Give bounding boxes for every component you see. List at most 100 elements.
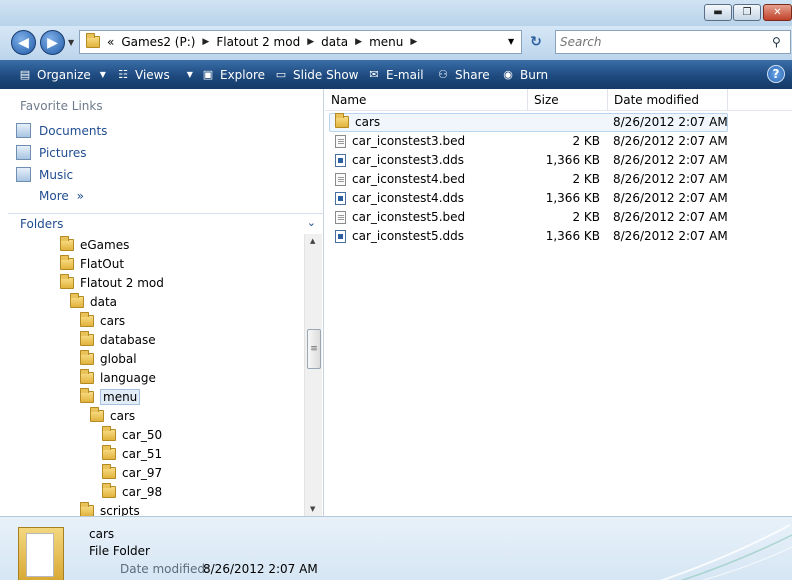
file-size: 2 KB (572, 210, 600, 224)
tree-item-label: database (100, 333, 156, 347)
favorite-more-link[interactable]: More » (39, 189, 84, 203)
file-row[interactable]: car_iconstest3.dds 1,366 KB 8/26/2012 2:07… (325, 151, 792, 170)
folders-header[interactable]: Folders ⌄ (8, 213, 324, 233)
favorite-documents[interactable]: Documents (16, 123, 107, 138)
column-header-date[interactable]: Date modified (614, 93, 699, 107)
share-icon: ⚇ (438, 68, 448, 81)
scrollbar-thumb[interactable]: ≡ (307, 329, 321, 369)
breadcrumb-item[interactable]: Games2 (P:) (121, 35, 195, 49)
folder-tree: eGames FlatOut Flatout 2 mod data cars databa… (0, 234, 304, 516)
file-name-cell: cars (335, 113, 380, 129)
details-name: cars (89, 527, 115, 541)
maximize-button[interactable]: ❐ (733, 4, 761, 21)
tree-item[interactable]: car_98 (102, 483, 162, 501)
tree-item[interactable]: language (80, 369, 156, 387)
tree-item-label: cars (110, 409, 136, 423)
views-button[interactable]: ☷ Views ▼ (116, 60, 193, 89)
file-date: 8/26/2012 2:07 AM (613, 153, 728, 167)
breadcrumb-item[interactable]: data (321, 35, 348, 49)
file-row[interactable]: car_iconstest4.bed 2 KB 8/26/2012 2:07 AM (325, 170, 792, 189)
tree-item[interactable]: cars (80, 312, 125, 330)
breadcrumb-item[interactable]: menu (369, 35, 403, 49)
file-row[interactable]: cars 8/26/2012 2:07 AM (325, 113, 792, 132)
column-header-name[interactable]: Name (331, 93, 366, 107)
organize-icon: ▤ (19, 68, 31, 81)
recent-pages-dropdown-icon[interactable]: ▼ (68, 38, 74, 47)
file-size: 1,366 KB (545, 153, 600, 167)
breadcrumb-separator-icon[interactable]: ▶ (307, 37, 314, 47)
minimize-icon: ▬ (713, 7, 723, 18)
explore-button[interactable]: ▣ Explore (201, 60, 265, 89)
file-name-cell: car_iconstest5.bed (335, 210, 465, 224)
file-name: car_iconstest3.bed (352, 134, 466, 148)
tree-item[interactable]: cars (90, 407, 135, 425)
email-label: E-mail (386, 67, 424, 82)
scroll-up-icon[interactable]: ▲ (310, 237, 315, 245)
breadcrumb-separator-icon[interactable]: ▶ (410, 37, 417, 47)
folder-icon (102, 445, 116, 460)
file-row[interactable]: car_iconstest3.bed 2 KB 8/26/2012 2:07 AM (325, 132, 792, 151)
slideshow-label: Slide Show (293, 67, 359, 82)
slideshow-button[interactable]: ▭ Slide Show (274, 60, 359, 89)
tree-item-label: global (100, 352, 137, 366)
scroll-down-icon[interactable]: ▼ (310, 505, 315, 513)
tree-item[interactable]: car_97 (102, 464, 162, 482)
tree-item[interactable]: database (80, 331, 156, 349)
navigation-pane: Favorite Links Documents Pictures Music … (0, 89, 324, 516)
breadcrumb-separator-icon[interactable]: ▶ (202, 37, 209, 47)
file-row[interactable]: car_iconstest5.dds 1,366 KB 8/26/2012 2:07… (325, 227, 792, 246)
file-name: car_iconstest3.dds (352, 153, 464, 167)
forward-button[interactable]: ▶ (40, 30, 65, 55)
tree-item[interactable]: Flatout 2 mod (60, 274, 164, 292)
tree-item[interactable]: menu (80, 388, 141, 406)
tree-item[interactable]: eGames (60, 236, 129, 254)
search-input[interactable] (555, 30, 791, 54)
folder-tree-scrollbar[interactable]: ▲ ≡ ▼ (304, 234, 322, 516)
folder-large-icon (16, 523, 68, 580)
tree-item[interactable]: scripts (80, 502, 140, 516)
minimize-button[interactable]: ▬ (704, 4, 732, 21)
tree-item[interactable]: global (80, 350, 137, 368)
tree-item-label: FlatOut (80, 257, 125, 271)
refresh-button[interactable]: ↻ (525, 31, 547, 53)
refresh-icon: ↻ (530, 34, 542, 50)
close-button[interactable]: ✕ (763, 4, 792, 21)
title-bar: ▬ ❐ ✕ (0, 0, 792, 26)
image-file-icon (335, 153, 346, 167)
search-icon[interactable]: ⚲ (772, 35, 781, 49)
email-button[interactable]: ✉ E-mail (367, 60, 424, 89)
address-dropdown-icon[interactable]: ▼ (508, 37, 514, 46)
column-header-size[interactable]: Size (534, 93, 559, 107)
folder-icon (102, 426, 116, 441)
breadcrumb-overflow[interactable]: « (107, 35, 114, 49)
organize-button[interactable]: ▤ Organize ▼ (18, 60, 106, 89)
tree-item[interactable]: car_50 (102, 426, 162, 444)
address-bar[interactable]: « Games2 (P:) ▶ Flatout 2 mod ▶ data ▶ m… (79, 30, 522, 54)
file-size: 1,366 KB (545, 229, 600, 243)
file-row[interactable]: car_iconstest5.bed 2 KB 8/26/2012 2:07 AM (325, 208, 792, 227)
back-arrow-icon: ◀ (18, 34, 29, 51)
favorite-music[interactable]: Music (16, 167, 73, 182)
file-name-cell: car_iconstest3.dds (335, 153, 464, 167)
burn-label: Burn (520, 67, 549, 82)
file-name: car_iconstest5.dds (352, 229, 464, 243)
help-button[interactable]: ? (767, 65, 785, 83)
breadcrumb-item[interactable]: Flatout 2 mod (216, 35, 300, 49)
file-date: 8/26/2012 2:07 AM (613, 191, 728, 205)
share-button[interactable]: ⚇ Share (436, 60, 490, 89)
tree-item[interactable]: car_51 (102, 445, 162, 463)
burn-button[interactable]: ◉ Burn (501, 60, 548, 89)
back-button[interactable]: ◀ (11, 30, 36, 55)
file-list-pane: Name Size Date modified cars 8/26/2012 2:… (325, 89, 792, 516)
favorite-pictures[interactable]: Pictures (16, 145, 87, 160)
tree-item[interactable]: data (70, 293, 117, 311)
column-divider[interactable] (607, 89, 608, 111)
breadcrumb-separator-icon[interactable]: ▶ (355, 37, 362, 47)
folder-icon (70, 293, 84, 308)
tree-item[interactable]: FlatOut (60, 255, 124, 273)
column-divider[interactable] (727, 89, 728, 111)
tree-item-label: car_97 (122, 466, 163, 480)
column-divider[interactable] (527, 89, 528, 111)
folders-title: Folders (20, 216, 64, 231)
file-row[interactable]: car_iconstest4.dds 1,366 KB 8/26/2012 2:07… (325, 189, 792, 208)
